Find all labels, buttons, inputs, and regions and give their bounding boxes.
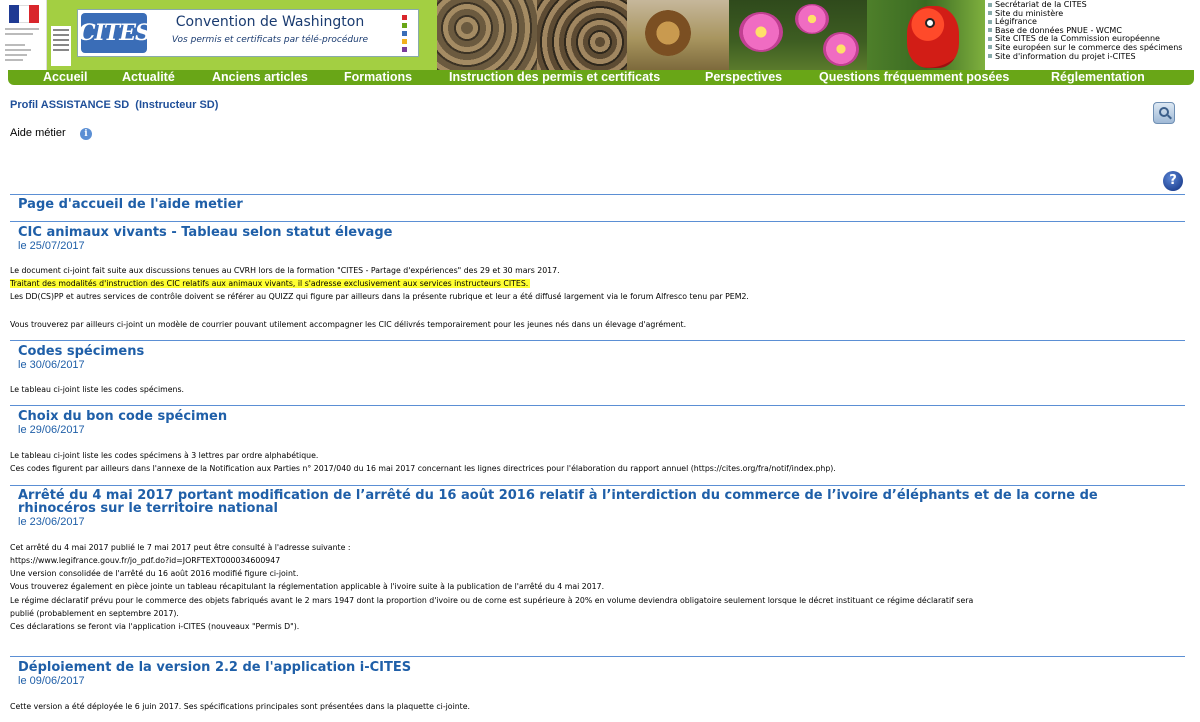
ext-link-icites-project[interactable]: Site d'information du projet i-CITES: [988, 52, 1200, 62]
article-text: Cet arrêté du 4 mai 2017 publié le 7 mai…: [10, 543, 351, 552]
article-text: Ces déclarations se feront via l'applica…: [10, 622, 300, 631]
article-text: Le tableau ci-joint liste les codes spéc…: [10, 385, 184, 394]
article-text: Les DD(CS)PP et autres services de contr…: [10, 292, 749, 301]
cites-subtitle: Vos permis et certificats par télé-procé…: [171, 35, 369, 45]
external-links: Secrétariat de la CITES Site du ministèr…: [985, 0, 1200, 70]
article-text: Vous trouverez par ailleurs ci-joint un …: [10, 320, 687, 329]
nav-actualite[interactable]: Actualité: [122, 70, 175, 85]
nav-reglementation[interactable]: Réglementation: [1051, 70, 1145, 85]
info-icon[interactable]: i: [80, 128, 92, 140]
home-title: Page d'accueil de l'aide metier: [18, 197, 243, 212]
article-title[interactable]: CIC animaux vivants - Tableau selon stat…: [18, 225, 392, 240]
article-text: Le document ci-joint fait suite aux disc…: [10, 266, 560, 275]
nav-accueil[interactable]: Accueil: [43, 70, 87, 85]
nav-perspectives[interactable]: Perspectives: [705, 70, 782, 85]
tortoise-photo: [437, 0, 537, 70]
article-title[interactable]: Arrêté du 4 mai 2017 portant modificatio…: [18, 489, 1178, 515]
article-date: le 23/06/2017: [18, 516, 85, 528]
republique-francaise-logo: [0, 0, 47, 70]
section-divider: [10, 340, 1185, 341]
article-text: Une version consolidée de l'arrêté du 16…: [10, 569, 299, 578]
article-text: publié (probablement en septembre 2017).: [10, 609, 179, 618]
nav-faq[interactable]: Questions fréquemment posées: [819, 70, 1009, 85]
color-squares-icon: [402, 15, 412, 55]
article-date: le 09/06/2017: [18, 675, 85, 687]
article-title[interactable]: Choix du bon code spécimen: [18, 409, 227, 424]
nav-anciens-articles[interactable]: Anciens articles: [212, 70, 308, 85]
article-text: Cette version a été déployée le 6 juin 2…: [10, 702, 471, 711]
header-banner: CITES Convention de Washington Vos permi…: [47, 0, 437, 70]
section-divider: [10, 221, 1185, 222]
cites-banner[interactable]: CITES Convention de Washington Vos permi…: [77, 9, 419, 57]
cites-title: Convention de Washington: [175, 14, 365, 30]
article-text: Ces codes figurent par ailleurs dans l'a…: [10, 464, 836, 473]
article-date: le 25/07/2017: [18, 240, 85, 252]
article-text: Vous trouverez également en pièce jointe…: [10, 582, 605, 591]
article-text-highlight: Traitant des modalités d'instruction des…: [10, 279, 531, 288]
article-text: Le tableau ci-joint liste les codes spéc…: [10, 451, 319, 460]
section-divider: [10, 405, 1185, 406]
article-title[interactable]: Codes spécimens: [18, 344, 144, 359]
tortoise-shell-photo: [537, 0, 627, 70]
cactus-flower-photo: [729, 0, 867, 70]
section-divider: [10, 194, 1185, 195]
article-text: Le régime déclaratif prévu pour le comme…: [10, 596, 974, 605]
search-button[interactable]: [1153, 102, 1175, 124]
profile-label: Profil ASSISTANCE SD (Instructeur SD): [10, 99, 219, 111]
nav-formations[interactable]: Formations: [344, 70, 412, 85]
section-divider: [10, 656, 1185, 657]
article-link[interactable]: https://www.legifrance.gouv.fr/jo_pdf.do…: [10, 556, 280, 565]
parrot-photo: [867, 0, 985, 70]
cites-logo: CITES: [78, 13, 151, 53]
lion-photo: [627, 0, 729, 70]
aide-metier-label: Aide métier: [10, 127, 66, 139]
article-title[interactable]: Déploiement de la version 2.2 de l'appli…: [18, 660, 411, 675]
nav-instruction[interactable]: Instruction des permis et certificats: [449, 70, 660, 85]
help-icon[interactable]: ?: [1163, 171, 1183, 191]
section-divider: [10, 485, 1185, 486]
ministry-logo: [51, 26, 71, 66]
article-date: le 30/06/2017: [18, 359, 85, 371]
main-nav: Accueil Actualité Anciens articles Forma…: [8, 70, 1194, 85]
article-date: le 29/06/2017: [18, 424, 85, 436]
site-header: CITES Convention de Washington Vos permi…: [0, 0, 1200, 70]
